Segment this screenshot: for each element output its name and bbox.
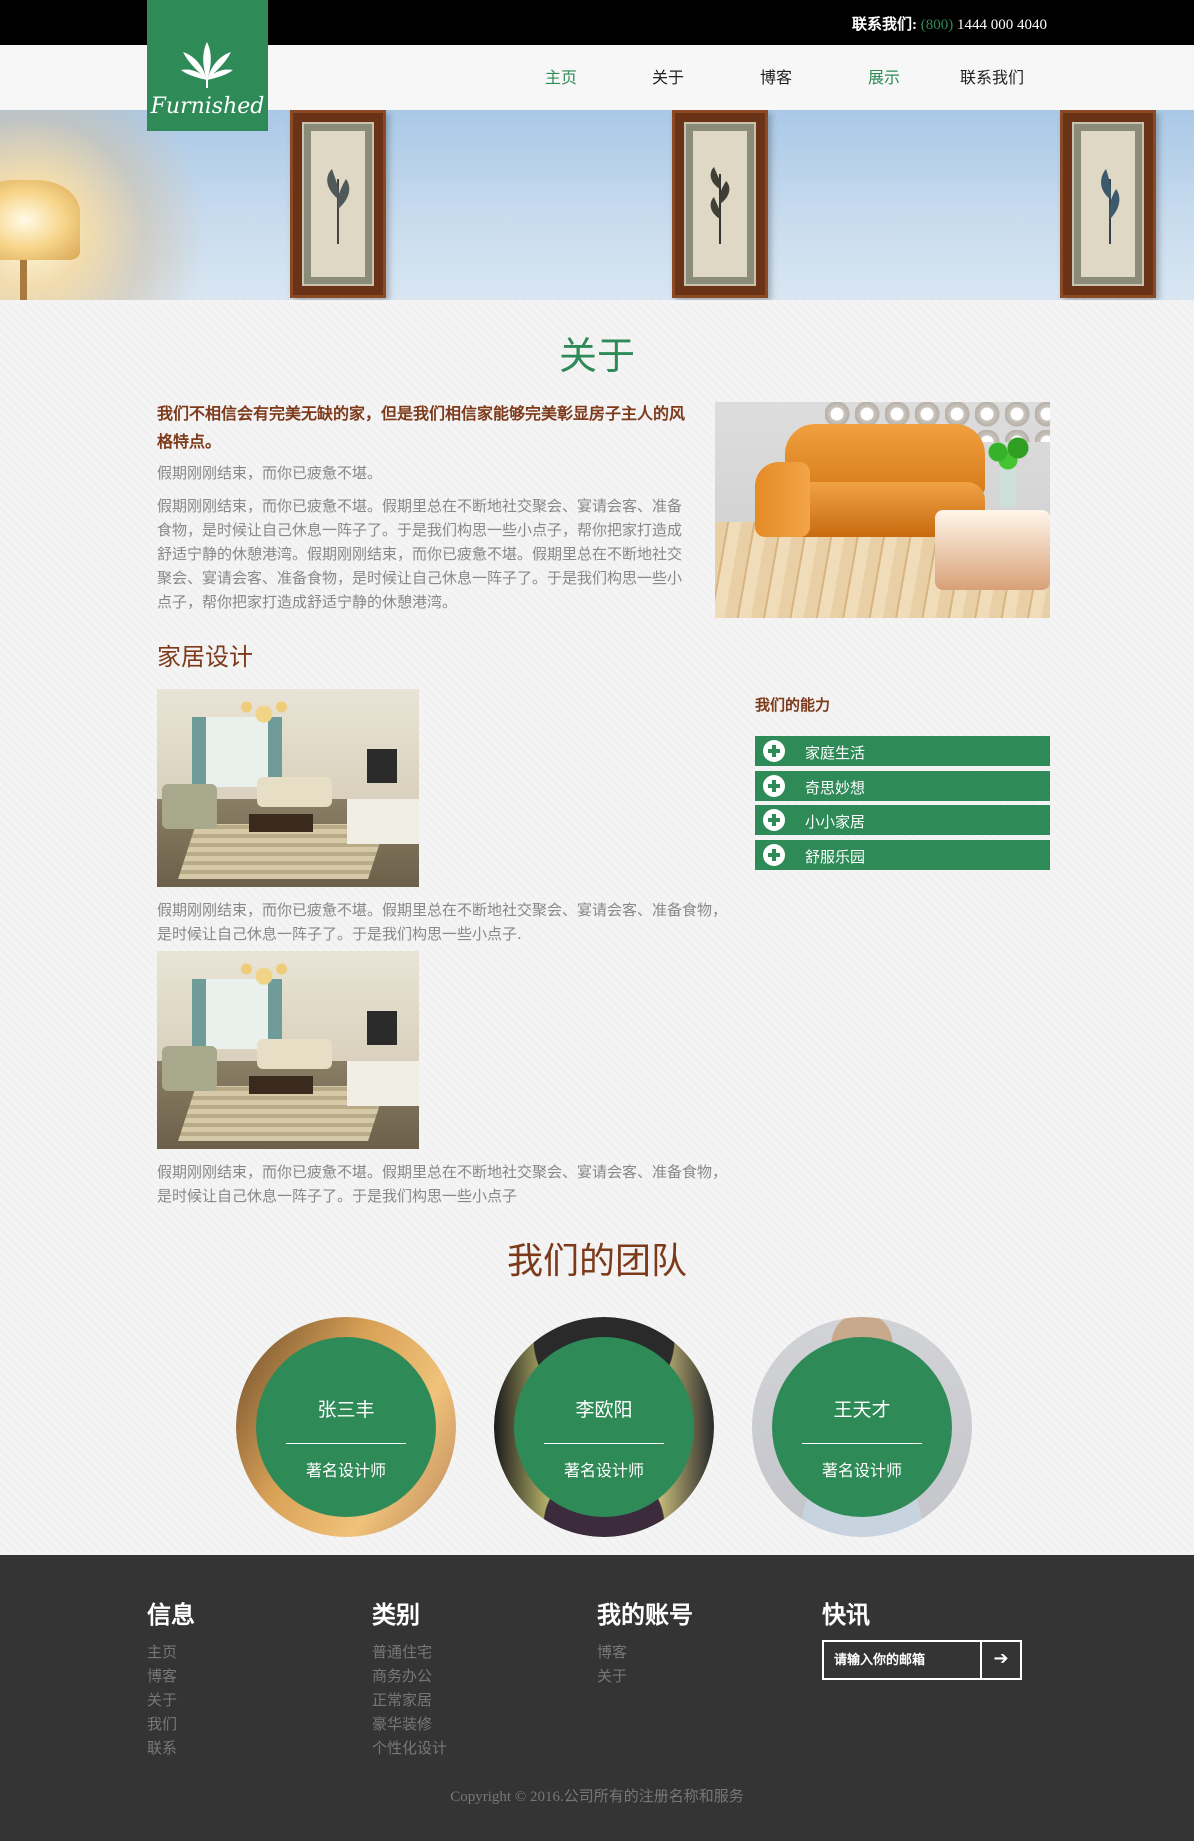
footer-link-normal-home[interactable]: 正常家居 [372, 1688, 447, 1712]
about-long-text: 假期刚刚结束，而你已疲惫不堪。假期里总在不断地社交聚会、宴请会客、准备食物，是时… [157, 497, 683, 611]
footer-link-us[interactable]: 我们 [147, 1712, 195, 1736]
plus-icon [763, 775, 785, 797]
member-name: 李欧阳 [575, 1399, 633, 1421]
plus-icon [763, 844, 785, 866]
nav-item-blog[interactable]: 博客 [760, 64, 792, 88]
footer-column-categories: 类别 普通住宅 商务办公 正常家居 豪华装修 个性化设计 [372, 1595, 447, 1760]
contact-phone: 1444 000 4040 [957, 17, 1047, 33]
member-divider [544, 1443, 664, 1444]
footer-link-office[interactable]: 商务办公 [372, 1664, 447, 1688]
team-member-1[interactable]: 张三丰 著名设计师 [236, 1317, 456, 1537]
home-design-image-1 [157, 689, 419, 887]
ability-item-family-life[interactable]: 家庭生活 [755, 736, 1050, 766]
member-role: 著名设计师 [821, 1461, 902, 1480]
ability-label: 家庭生活 [805, 744, 866, 762]
ability-label: 舒服乐园 [805, 848, 866, 866]
footer-link-account-about[interactable]: 关于 [597, 1664, 693, 1688]
home-design-caption-2: 假期刚刚结束，而你已疲惫不堪。假期里总在不断地社交聚会、宴请会客、准备食物，是时… [157, 1163, 728, 1205]
footer-link-luxury[interactable]: 豪华装修 [372, 1712, 447, 1736]
newsletter-submit-button[interactable]: ➔ [980, 1642, 1020, 1678]
newsletter-form: ➔ [822, 1640, 1022, 1680]
home-design-caption-1: 假期刚刚结束，而你已疲惫不堪。假期里总在不断地社交聚会、宴请会客、准备食物，是时… [157, 901, 728, 943]
wall-frame-3 [1060, 110, 1156, 298]
about-title: 关于 [558, 334, 635, 378]
footer-link-about[interactable]: 关于 [147, 1688, 195, 1712]
contact-area-code: (800) [920, 17, 954, 33]
logo-text: Furnished [150, 94, 265, 119]
footer-column-title: 类别 [372, 1600, 420, 1629]
footer-column-account: 我的账号 博客 关于 [597, 1595, 693, 1688]
member-name: 王天才 [833, 1399, 891, 1421]
lamp-stem [20, 260, 27, 300]
hero-banner [0, 110, 1194, 300]
nav-item-about[interactable]: 关于 [652, 64, 684, 88]
member-divider [286, 1443, 406, 1444]
team-member-3[interactable]: 王天才 著名设计师 [752, 1317, 972, 1537]
footer-link-contact[interactable]: 联系 [147, 1736, 195, 1760]
footer-link-account-blog[interactable]: 博客 [597, 1640, 693, 1664]
about-sofa-image [715, 402, 1050, 618]
about-lead: 我们不相信会有完美无缺的家，但是我们相信家能够完美彰显房子主人的风格特点。 [157, 404, 686, 451]
footer-link-blog[interactable]: 博客 [147, 1664, 195, 1688]
nav-item-contact[interactable]: 联系我们 [960, 64, 1024, 88]
member-divider [802, 1443, 922, 1444]
cannabis-leaf-icon [181, 42, 233, 88]
nav-item-home[interactable]: 主页 [545, 64, 577, 88]
footer-column-info: 信息 主页 博客 关于 我们 联系 [147, 1595, 195, 1760]
newsletter-email-input[interactable] [824, 1642, 984, 1678]
footer-column-title: 我的账号 [597, 1600, 693, 1629]
team-member-2[interactable]: 李欧阳 著名设计师 [494, 1317, 714, 1537]
newsletter-title: 快讯 [822, 1600, 870, 1629]
home-design-image-2 [157, 951, 419, 1149]
footer: 信息 主页 博客 关于 我们 联系 类别 普通住宅 商务办公 正常家居 豪华装修… [0, 1555, 1194, 1841]
ability-item-comfort-park[interactable]: 舒服乐园 [755, 840, 1050, 870]
plus-icon [763, 740, 785, 762]
footer-column-title: 信息 [147, 1600, 195, 1629]
wall-frame-2 [672, 110, 768, 298]
footer-column-newsletter: 快讯 [822, 1595, 870, 1640]
member-role: 著名设计师 [563, 1461, 644, 1480]
logo[interactable]: Furnished [147, 0, 268, 131]
home-design-title: 家居设计 [157, 643, 253, 671]
footer-link-custom-design[interactable]: 个性化设计 [372, 1736, 447, 1760]
ability-label: 奇思妙想 [805, 779, 866, 797]
plus-icon [763, 809, 785, 831]
abilities-title: 我们的能力 [755, 696, 831, 714]
lamp-image [0, 180, 80, 260]
ability-item-small-home[interactable]: 小小家居 [755, 805, 1050, 835]
footer-link-home[interactable]: 主页 [147, 1640, 195, 1664]
arrow-right-icon: ➔ [993, 1648, 1009, 1669]
team-title: 我们的团队 [506, 1241, 687, 1282]
wall-frame-1 [290, 110, 386, 298]
nav-item-gallery[interactable]: 展示 [868, 64, 900, 88]
about-short-text: 假期刚刚结束，而你已疲惫不堪。 [157, 464, 383, 482]
member-name: 张三丰 [317, 1399, 375, 1421]
top-contact: 联系我们: (800) 1444 000 4040 [852, 13, 1047, 34]
contact-label: 联系我们: [852, 17, 917, 33]
member-role: 著名设计师 [305, 1461, 386, 1480]
footer-link-residential[interactable]: 普通住宅 [372, 1640, 447, 1664]
copyright: Copyright © 2016.公司所有的注册名称和服务 [450, 1789, 744, 1805]
ability-item-ideas[interactable]: 奇思妙想 [755, 771, 1050, 801]
ability-label: 小小家居 [805, 813, 866, 831]
